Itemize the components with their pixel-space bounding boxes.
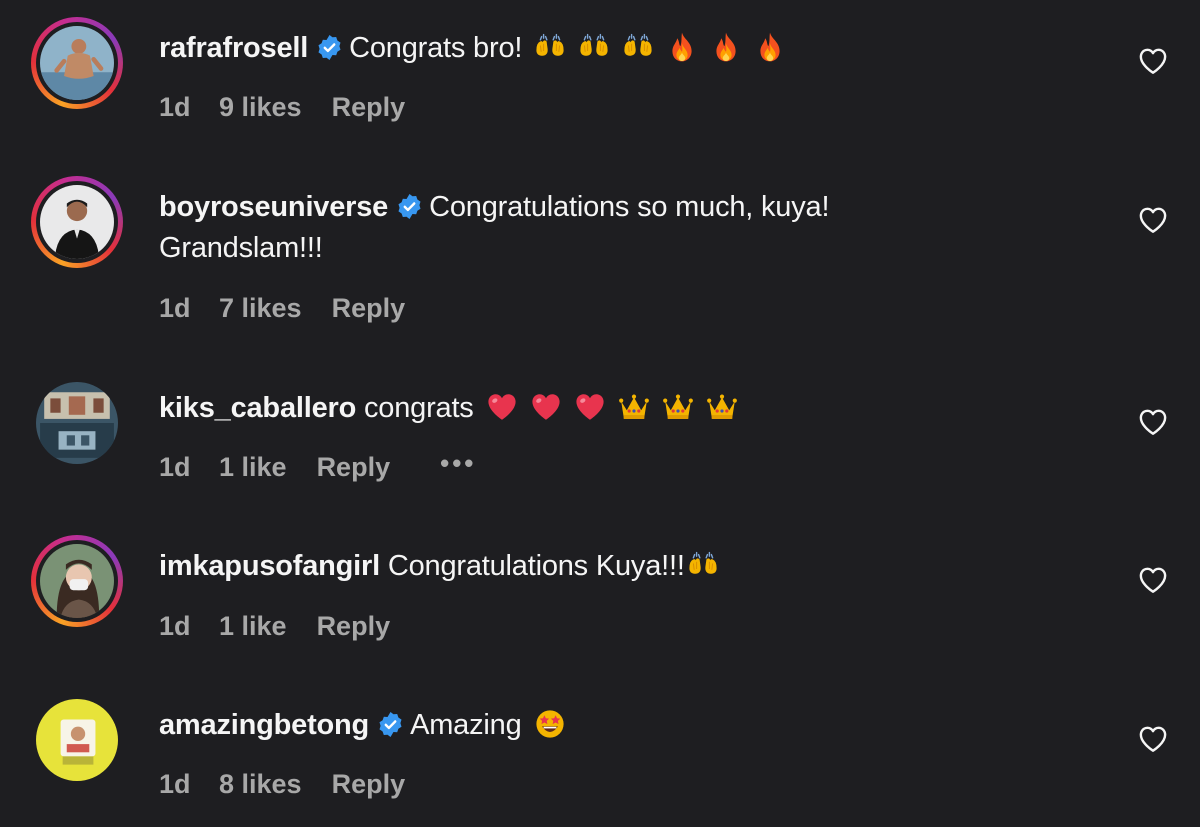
fire-emoji xyxy=(754,31,786,63)
profile-photo-icon xyxy=(40,185,114,259)
username-link[interactable]: amazingbetong xyxy=(159,709,369,741)
username-link[interactable]: boyroseuniverse xyxy=(159,191,388,223)
comment-body: imkapusofangirl Congratulations Kuya!!! xyxy=(159,546,1059,587)
comment-text-line-2: Grandslam!!! xyxy=(159,232,323,264)
star-struck-emoji xyxy=(534,708,566,740)
like-heart-icon[interactable] xyxy=(1138,206,1168,234)
username-link[interactable]: rafrafrosell xyxy=(159,32,308,64)
like-heart-icon[interactable] xyxy=(1138,725,1168,753)
reply-button[interactable]: Reply xyxy=(332,91,406,123)
raising-hands-emoji xyxy=(622,31,654,63)
profile-photo-icon xyxy=(40,544,114,618)
avatar[interactable] xyxy=(31,17,123,109)
comment-meta: 1d 9 likes Reply xyxy=(159,91,405,123)
like-heart-icon[interactable] xyxy=(1138,566,1168,594)
comment-meta: 1d 8 likes Reply xyxy=(159,768,405,800)
comment-body: amazingbetong Amazing xyxy=(159,705,1059,746)
raising-hands-emoji xyxy=(687,549,719,581)
comment-timestamp[interactable]: 1d xyxy=(159,451,219,483)
avatar[interactable] xyxy=(31,535,123,627)
comment-body: rafrafrosell Congrats bro! xyxy=(159,28,1059,69)
verified-badge-icon xyxy=(316,34,343,61)
crown-emoji xyxy=(618,391,650,423)
red-heart-emoji xyxy=(486,391,518,423)
verified-badge-icon xyxy=(377,711,404,738)
comment-body: boyroseuniverse Congratulations so much, … xyxy=(159,187,1059,269)
username-link[interactable]: kiks_caballero xyxy=(159,392,356,424)
likes-count[interactable]: 8 likes xyxy=(219,768,302,800)
avatar[interactable] xyxy=(31,176,123,268)
comment-text: Amazing xyxy=(410,709,522,741)
like-heart-icon[interactable] xyxy=(1138,408,1168,436)
comment-timestamp[interactable]: 1d xyxy=(159,292,219,324)
fire-emoji xyxy=(666,31,698,63)
likes-count[interactable]: 9 likes xyxy=(219,91,302,123)
crown-emoji xyxy=(662,391,694,423)
comment-meta: 1d 7 likes Reply xyxy=(159,292,405,324)
reply-button[interactable]: Reply xyxy=(332,292,406,324)
profile-photo-icon xyxy=(36,382,118,464)
comment-timestamp[interactable]: 1d xyxy=(159,610,219,642)
profile-photo-icon xyxy=(40,26,114,100)
red-heart-emoji xyxy=(574,391,606,423)
comment-text: Congratulations so much, kuya! xyxy=(429,191,830,223)
comment-meta: 1d 1 like Reply ••• xyxy=(159,448,476,483)
comment-timestamp[interactable]: 1d xyxy=(159,768,219,800)
likes-count[interactable]: 7 likes xyxy=(219,292,302,324)
crown-emoji xyxy=(706,391,738,423)
red-heart-emoji xyxy=(530,391,562,423)
comment-meta: 1d 1 like Reply xyxy=(159,610,390,642)
reply-button[interactable]: Reply xyxy=(317,451,391,483)
fire-emoji xyxy=(710,31,742,63)
comment-text: Congrats bro! xyxy=(349,32,523,64)
profile-photo-icon xyxy=(36,699,118,781)
likes-count[interactable]: 1 like xyxy=(219,610,287,642)
reply-button[interactable]: Reply xyxy=(332,768,406,800)
likes-count[interactable]: 1 like xyxy=(219,451,287,483)
verified-badge-icon xyxy=(396,193,423,220)
username-link[interactable]: imkapusofangirl xyxy=(159,550,380,582)
reply-button[interactable]: Reply xyxy=(317,610,391,642)
raising-hands-emoji xyxy=(578,31,610,63)
avatar[interactable] xyxy=(31,377,123,469)
comment-text: Congratulations Kuya!!! xyxy=(387,550,685,582)
avatar[interactable] xyxy=(31,694,123,786)
raising-hands-emoji xyxy=(534,31,566,63)
more-options-icon[interactable]: ••• xyxy=(440,447,476,479)
comment-body: kiks_caballero congrats xyxy=(159,388,1059,429)
comment-text: congrats xyxy=(363,392,474,424)
comment-timestamp[interactable]: 1d xyxy=(159,91,219,123)
like-heart-icon[interactable] xyxy=(1138,47,1168,75)
